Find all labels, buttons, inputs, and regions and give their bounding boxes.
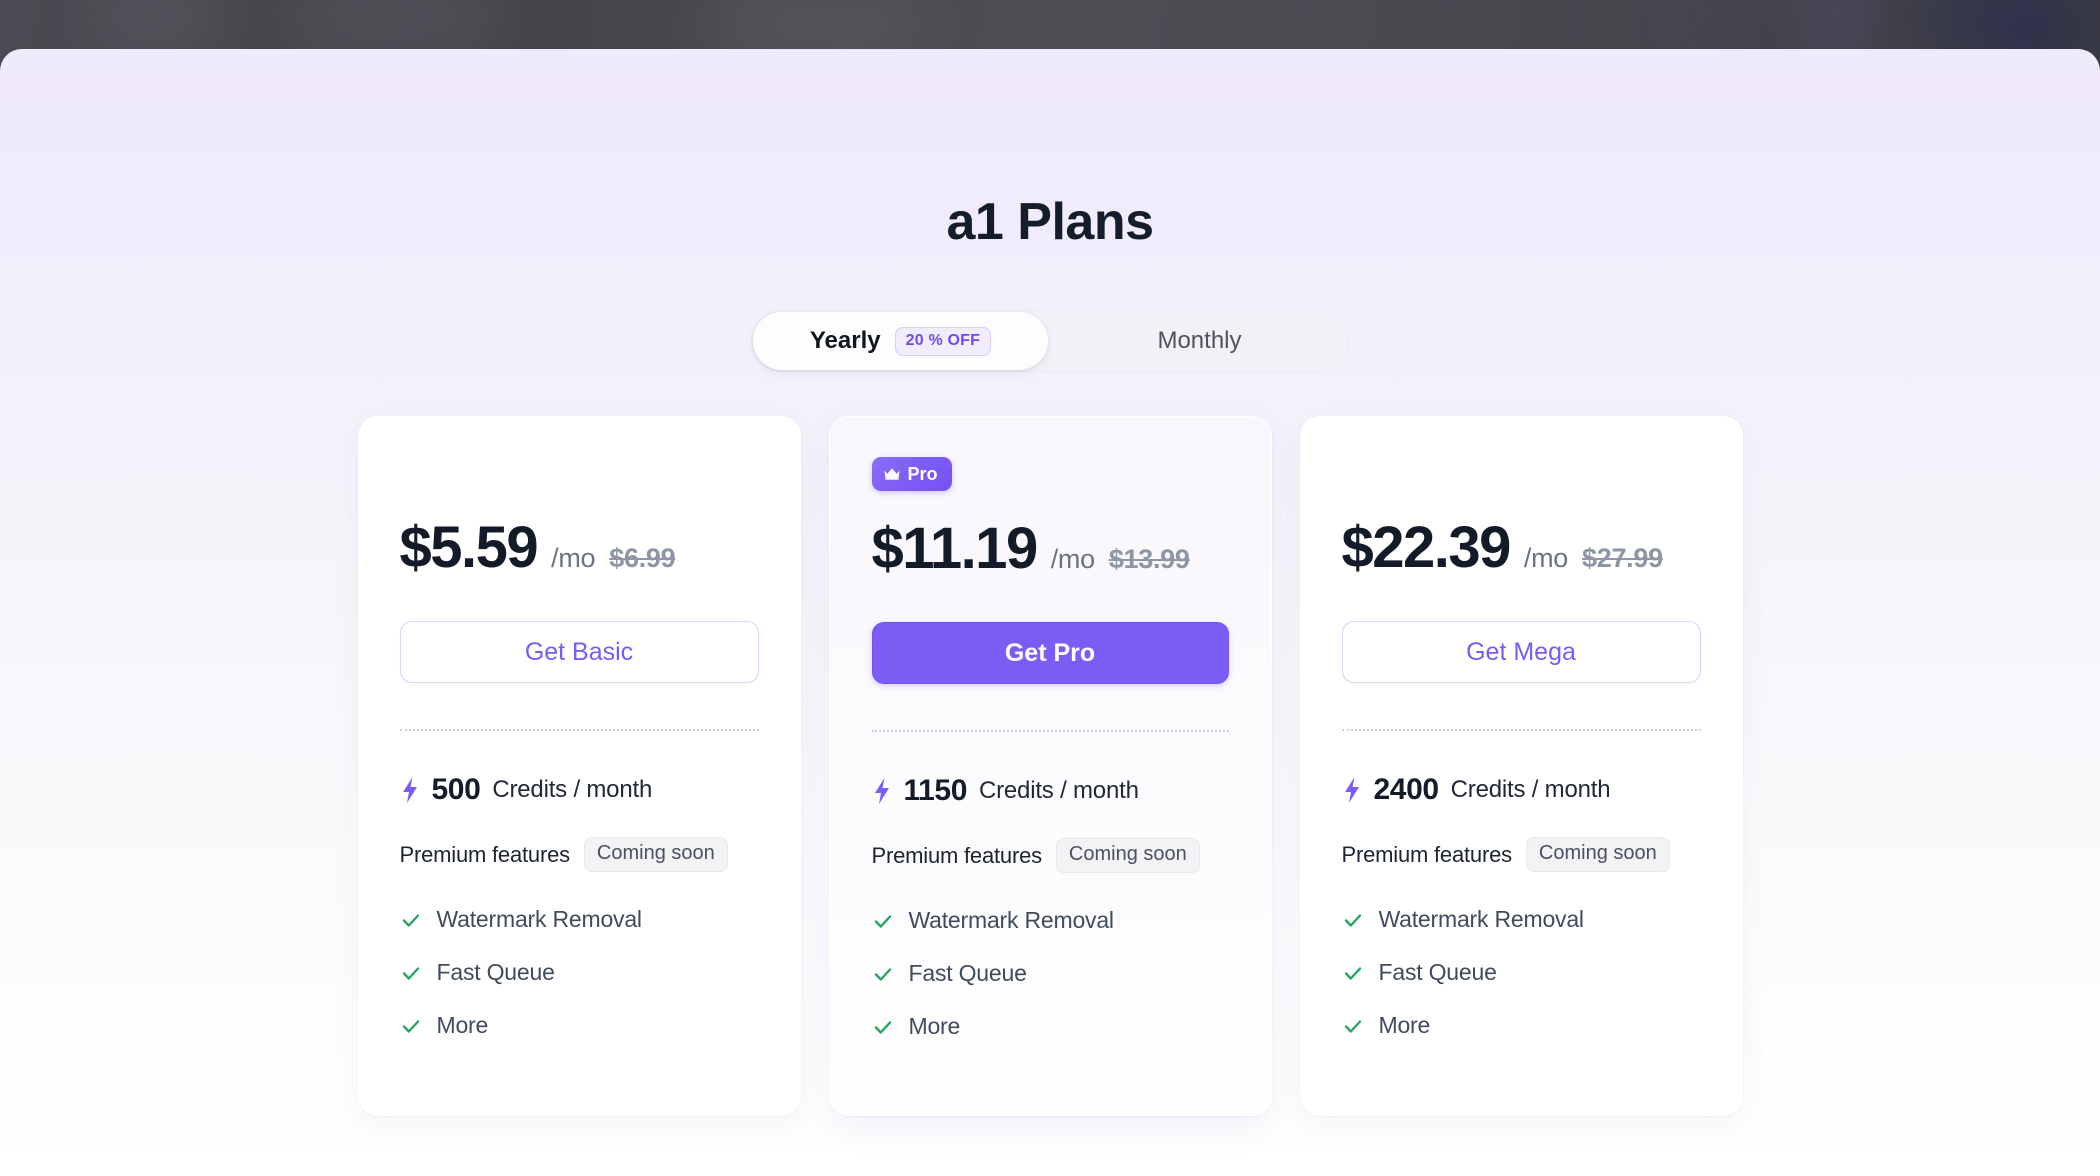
feature-label: Watermark Removal bbox=[908, 907, 1115, 933]
bolt-icon bbox=[874, 778, 889, 804]
check-icon bbox=[402, 966, 419, 980]
check-icon bbox=[402, 913, 419, 927]
price-row: $11.19 /mo $13.99 bbox=[872, 417, 1229, 582]
pricing-modal: a1 Plans Yearly 20 % OFF Monthly $5.59 /… bbox=[0, 49, 2100, 1176]
premium-features-row: Premium features Coming soon bbox=[400, 837, 759, 872]
coming-soon-badge: Coming soon bbox=[1055, 838, 1200, 873]
plan-card-basic: $5.59 /mo $6.99 Get Basic 500 Credits / … bbox=[357, 416, 801, 1116]
pro-badge: Pro bbox=[871, 457, 952, 491]
coming-soon-badge: Coming soon bbox=[1525, 837, 1670, 872]
plan-price: $11.19 bbox=[871, 516, 1039, 581]
billing-toggle[interactable]: Yearly 20 % OFF Monthly bbox=[751, 310, 1349, 372]
credits-amount: 2400 bbox=[1373, 773, 1440, 806]
billing-toggle-monthly-label: Monthly bbox=[1157, 327, 1242, 354]
feature-item: Fast Queue bbox=[872, 960, 1229, 987]
premium-features-label: Premium features bbox=[399, 841, 571, 867]
check-icon bbox=[1344, 966, 1361, 980]
feature-item: Watermark Removal bbox=[1342, 906, 1701, 933]
feature-label: More bbox=[1378, 1012, 1431, 1038]
credits-amount: 500 bbox=[431, 773, 481, 806]
get-basic-button[interactable]: Get Basic bbox=[399, 621, 759, 683]
credits-label: Credits / month bbox=[1450, 776, 1611, 803]
card-divider bbox=[1341, 729, 1701, 731]
credits-amount: 1150 bbox=[903, 774, 968, 807]
premium-features-row: Premium features Coming soon bbox=[872, 838, 1229, 873]
feature-item: More bbox=[872, 1013, 1229, 1040]
plan-price: $22.39 bbox=[1341, 515, 1512, 580]
price-row: $5.59 /mo $6.99 bbox=[400, 416, 759, 581]
plan-period: /mo bbox=[1050, 544, 1095, 574]
check-icon bbox=[1344, 913, 1361, 927]
app-root: a1 Plans Yearly 20 % OFF Monthly $5.59 /… bbox=[0, 0, 2100, 1176]
get-pro-button[interactable]: Get Pro bbox=[871, 622, 1229, 684]
feature-item: Fast Queue bbox=[1342, 959, 1701, 986]
check-icon bbox=[874, 967, 891, 981]
pro-badge-label: Pro bbox=[907, 463, 938, 484]
check-icon bbox=[402, 1019, 419, 1033]
card-divider bbox=[871, 730, 1229, 732]
feature-label: More bbox=[436, 1012, 489, 1038]
feature-list: Watermark Removal Fast Queue More bbox=[1342, 906, 1701, 1039]
plan-period: /mo bbox=[551, 543, 596, 573]
feature-item: Watermark Removal bbox=[400, 906, 759, 933]
credits-row: 1150 Credits / month bbox=[872, 774, 1229, 808]
bolt-icon bbox=[402, 777, 417, 803]
billing-toggle-monthly[interactable]: Monthly bbox=[1052, 312, 1347, 370]
check-icon bbox=[874, 914, 891, 928]
bolt-icon bbox=[1344, 777, 1359, 803]
price-row: $22.39 /mo $27.99 bbox=[1342, 416, 1701, 581]
feature-label: More bbox=[908, 1013, 961, 1039]
plan-card-pro: Pro $11.19 /mo $13.99 Get Pro 1150 Credi… bbox=[828, 416, 1272, 1116]
feature-label: Fast Queue bbox=[1378, 959, 1497, 985]
credits-label: Credits / month bbox=[492, 776, 653, 803]
check-icon bbox=[874, 1020, 891, 1034]
plan-period: /mo bbox=[1523, 543, 1569, 573]
billing-toggle-wrapper: Yearly 20 % OFF Monthly bbox=[0, 310, 2100, 372]
feature-list: Watermark Removal Fast Queue More bbox=[400, 906, 759, 1039]
yearly-discount-badge: 20 % OFF bbox=[894, 326, 992, 356]
billing-toggle-yearly-label: Yearly bbox=[809, 327, 881, 354]
plan-card-list: $5.59 /mo $6.99 Get Basic 500 Credits / … bbox=[0, 416, 2100, 1116]
feature-list: Watermark Removal Fast Queue More bbox=[872, 907, 1229, 1040]
plan-card-mega: $22.39 /mo $27.99 Get Mega 2400 Credits … bbox=[1299, 416, 1743, 1116]
premium-features-row: Premium features Coming soon bbox=[1342, 837, 1701, 872]
credits-label: Credits / month bbox=[978, 777, 1139, 804]
page-title: a1 Plans bbox=[946, 193, 1154, 251]
card-divider bbox=[399, 729, 759, 731]
feature-label: Fast Queue bbox=[908, 960, 1027, 986]
plan-price: $5.59 bbox=[399, 515, 539, 580]
coming-soon-badge: Coming soon bbox=[583, 837, 728, 872]
get-mega-button[interactable]: Get Mega bbox=[1341, 621, 1701, 683]
plan-old-price: $27.99 bbox=[1582, 543, 1663, 573]
feature-item: Watermark Removal bbox=[872, 907, 1229, 934]
credits-row: 500 Credits / month bbox=[400, 773, 759, 807]
check-icon bbox=[1344, 1019, 1361, 1033]
crown-icon bbox=[883, 467, 900, 480]
credits-row: 2400 Credits / month bbox=[1342, 773, 1701, 807]
feature-item: Fast Queue bbox=[400, 959, 759, 986]
feature-item: More bbox=[400, 1012, 759, 1039]
plan-old-price: $6.99 bbox=[609, 543, 676, 573]
feature-label: Fast Queue bbox=[436, 959, 555, 985]
premium-features-label: Premium features bbox=[1341, 841, 1513, 867]
feature-label: Watermark Removal bbox=[436, 906, 643, 932]
billing-toggle-yearly[interactable]: Yearly 20 % OFF bbox=[753, 312, 1048, 370]
premium-features-label: Premium features bbox=[871, 842, 1043, 868]
plan-old-price: $13.99 bbox=[1108, 544, 1190, 574]
feature-item: More bbox=[1342, 1012, 1701, 1039]
feature-label: Watermark Removal bbox=[1378, 906, 1585, 932]
